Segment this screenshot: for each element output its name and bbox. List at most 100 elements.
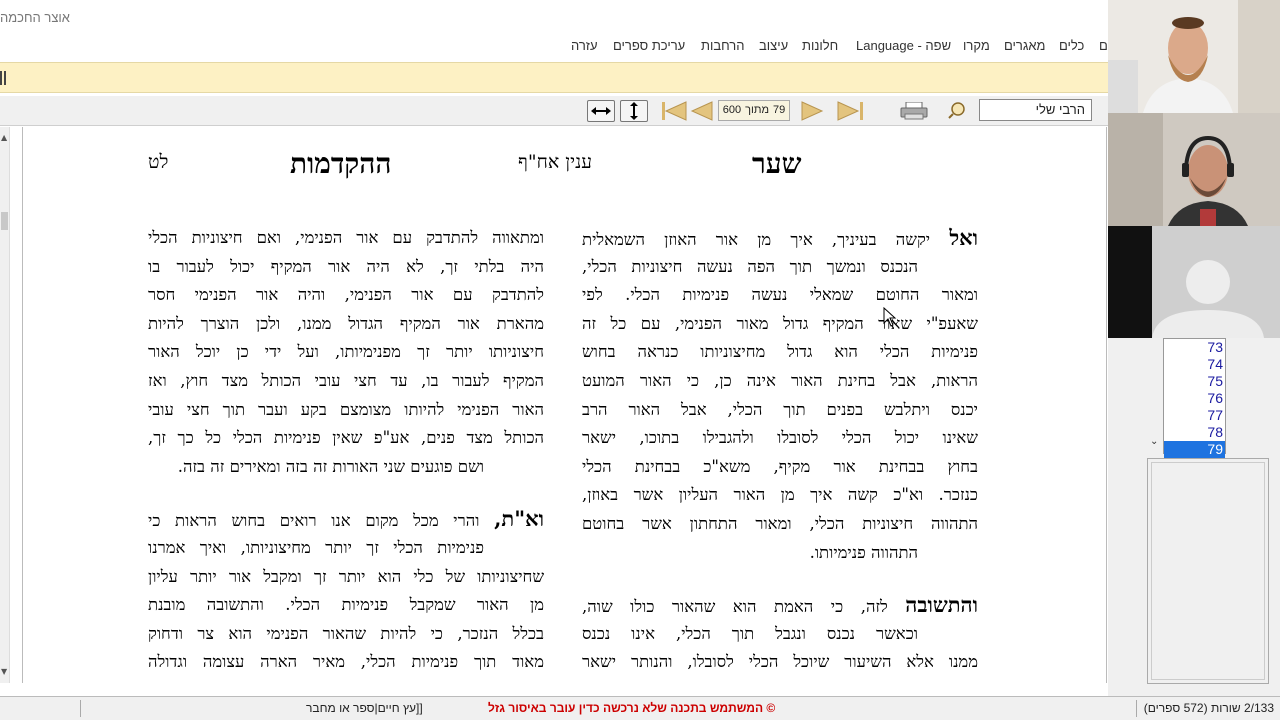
text-line: הנכנס ונמשך תוך הפה נעשה חיצוניות הכלי,	[582, 253, 978, 282]
scrollbar-thumb[interactable]	[1, 212, 8, 230]
paragraph-lead-word: ואל	[949, 225, 978, 250]
video-tile-2	[1108, 113, 1280, 226]
status-separator	[1136, 700, 1137, 717]
chevron-up-icon[interactable]: ▲	[1, 133, 7, 142]
fit-height-button[interactable]	[620, 100, 648, 122]
page-list-item[interactable]: 75	[1164, 373, 1225, 390]
header-section: ההקדמות	[290, 147, 392, 180]
text-line: מן האור שמקבל פנימיות הכלי. והתשובה מובנ…	[148, 591, 544, 620]
text-line: התהווה חיצוניות הכלי, ומאור התחתון אשר ב…	[582, 510, 978, 539]
video-tile-1	[1108, 0, 1280, 113]
fit-width-button[interactable]	[587, 100, 615, 122]
menu-item[interactable]: Language - שפה	[856, 38, 951, 53]
page-list-item[interactable]: 73	[1164, 339, 1225, 356]
text-line: להתדבק עם אור הפנימי, והיה אור הפנימי חס…	[148, 281, 544, 310]
text-line-content: היה בלתי זך, לא היה אור המקיף יכול לעבור…	[148, 256, 544, 276]
text-line-content: יכנס ויתלבש בפנים תוך הכלי, אבל האור הרב	[582, 399, 978, 419]
text-line: ושם פוגעים שני האורות זה בזה ומאירים זה …	[148, 453, 544, 482]
text-line-content: בכלל הנזכר, כי להיות שהאור הפנימי הוא צר…	[148, 623, 544, 643]
mouse-cursor-icon	[883, 307, 897, 327]
header-shaar: שער	[752, 147, 802, 180]
text-line: יכנס ויתלבש בפנים תוך הכלי, אבל האור הרב	[582, 396, 978, 425]
text-line: כנזכר. וא"כ קשה איך מן האור העליון אשר ב…	[582, 481, 978, 510]
avatar-placeholder-icon	[1152, 226, 1280, 338]
text-line-content: כנזכר. וא"כ קשה איך מן האור העליון אשר ב…	[582, 485, 978, 505]
text-line-content: מן האור שמקבל פנימיות הכלי. והתשובה מובנ…	[148, 595, 544, 615]
page-list-item[interactable]: 79	[1164, 441, 1225, 458]
menu-item[interactable]: מקרו	[963, 38, 990, 53]
text-line: שאינו יכול הכלי לסובלו ולהגבילו בתוכו, י…	[582, 424, 978, 453]
menu-bar: ם כלים מאגרים מקרו Language - שפה חלונות עיצוב…	[0, 36, 1108, 60]
text-line: בכלל הנזכר, כי להיות שהאור הפנימי הוא צר…	[148, 620, 544, 649]
page-list-item[interactable]: 76	[1164, 390, 1225, 407]
page-total: 600	[722, 104, 742, 116]
toolbar-grip-icon[interactable]	[0, 71, 6, 85]
first-prev-page-icons[interactable]	[660, 101, 716, 121]
zoom-icon[interactable]	[948, 101, 966, 119]
text-line-content: הכותל מצד פנים, אע"פ שאין פנימיות הכלי כ…	[148, 428, 544, 448]
document-view[interactable]: ▲ ▼ שער ענין אח"ף ההקדמות לט ואל יקשה בע…	[0, 127, 1108, 683]
page-list-item[interactable]: 78	[1164, 424, 1225, 441]
status-count: 2/133 שורות (572 ספרים)	[1143, 701, 1274, 715]
text-line: האור הפנימי להיותו מצומצם בקע ועבר תוך ח…	[148, 396, 544, 425]
text-line: ומאור החוטם שמאלי נעשה פנימיות הכלי. לפי	[582, 281, 978, 310]
text-line: פנימיות הכלי הוא גדול מחיצוניותו כנראה ב…	[582, 338, 978, 367]
text-line-content: ממנו אלא השיעור שיוכל הכלי לסובלו, והנות…	[582, 652, 978, 672]
page-list[interactable]: 73 74 75 76 77 78 79	[1163, 338, 1226, 458]
page-list-scrollbar[interactable]: ⌄	[1147, 338, 1163, 454]
text-line: שחיצוניותו של כלי הוא יותר זך ומקבל אור …	[148, 563, 544, 592]
text-line: מהארת אור המקיף הגדול ממנו, ולכן הוצרך ל…	[148, 310, 544, 339]
status-separator	[80, 700, 81, 717]
text-line: המקיף לעבור בו, עד חצי עובי הכותל מצד חו…	[148, 367, 544, 396]
text-line: הכותל מצד פנים, אע"פ שאין פנימיות הכלי כ…	[148, 424, 544, 453]
menu-item[interactable]: מאגרים	[1004, 38, 1045, 53]
menu-item[interactable]: חלונות	[802, 38, 838, 53]
text-line-content: ומתאווה להתדבק עם אור הפנימי, ואם חיצוני…	[148, 228, 544, 247]
text-line: ואל יקשה בעיניך, איך מן אור האוזן השמאלי…	[582, 224, 978, 253]
text-line-content: ומאור החוטם שמאלי נעשה פנימיות הכלי. לפי	[582, 285, 978, 305]
text-line: בחוץ בבחינת אור מקיף, משא"כ בבחינת הכלי	[582, 453, 978, 482]
text-line: התהווה פנימיותו.	[582, 539, 978, 568]
side-panel-lower-inner	[1151, 462, 1265, 680]
printer-icon[interactable]	[900, 102, 928, 120]
video-tile-3-border	[1108, 226, 1152, 338]
text-line-content: שחיצוניותו של כלי הוא יותר זך ומקבל אור …	[148, 566, 544, 586]
text-line: היה בלתי זך, לא היה אור המקיף יכול לעבור…	[148, 253, 544, 282]
chevron-down-icon[interactable]: ▼	[1, 667, 7, 676]
title-bar: אוצר החכמה	[0, 0, 1108, 36]
fit-height-icon	[630, 102, 638, 120]
menu-item[interactable]: ם	[1099, 38, 1108, 53]
text-line-content: שאעפ"י שאור המקיף גדול מאור הפנימי, עם כ…	[582, 313, 978, 333]
text-line-content: שאינו יכול הכלי לסובלו ולהגבילו בתוכו, י…	[582, 428, 978, 448]
main-window: אוצר החכמה ם כלים מאגרים מקרו Language - שפה…	[0, 0, 1108, 720]
menu-item[interactable]: כלים	[1059, 38, 1084, 53]
page-number-field[interactable]: 79 מתוך600	[718, 100, 790, 121]
text-line: וא"ת, והרי מכל מקום אנו רואים בחוש הראות…	[148, 505, 544, 534]
page-toolbar: 79 מתוך600 הרבי שלי	[0, 96, 1108, 126]
menu-item[interactable]: עזרה	[571, 38, 598, 53]
text-line-content: מהארת אור המקיף הגדול ממנו, ולכן הוצרך ל…	[148, 313, 544, 333]
text-line-content: פנימיות הכלי הוא גדול מחיצוניותו כנראה ב…	[582, 342, 978, 362]
text-line: ומתאווה להתדבק עם אור הפנימי, ואם חיצוני…	[148, 224, 544, 253]
page-list-item[interactable]: 77	[1164, 407, 1225, 424]
page-separator: מתוך	[745, 104, 769, 116]
text-line-content: חיצוניותו יותר זך מפנימיותו, ועל ידי כן …	[148, 342, 544, 362]
page-current: 79	[773, 104, 786, 116]
menu-item[interactable]: עריכת ספרים	[613, 38, 685, 53]
next-last-page-icons[interactable]	[800, 101, 870, 121]
text-line: והתשובה לזה, כי האמת הוא שהאור כולו שוה,	[582, 591, 978, 620]
app-title: אוצר החכמה	[0, 10, 70, 25]
text-line: וכאשר נכנס ונגבל תוך הכלי, אינו נכנס	[582, 620, 978, 649]
search-input[interactable]: הרבי שלי	[979, 99, 1092, 121]
text-line-content: פנימיות הכלי זך יותר מחיצוניותו, ואיך אמ…	[148, 537, 484, 557]
chevron-down-icon[interactable]: ⌄	[1150, 436, 1158, 447]
status-book-field[interactable]: [[עץ חיים|ספר או מחבר	[306, 701, 423, 715]
menu-item[interactable]: הרחבות	[701, 38, 745, 53]
fit-width-icon	[591, 107, 611, 115]
document-scrollbar[interactable]: ▲ ▼	[0, 127, 10, 683]
menu-item[interactable]: עיצוב	[759, 38, 788, 53]
page-list-item[interactable]: 74	[1164, 356, 1225, 373]
paragraph-lead-word: והתשובה	[905, 592, 978, 618]
text-line-content: בחוץ בבחינת אור מקיף, משא"כ בבחינת הכלי	[582, 456, 978, 476]
text-line-content: וכאשר נכנס ונגבל תוך הכלי, אינו נכנס	[582, 623, 918, 643]
